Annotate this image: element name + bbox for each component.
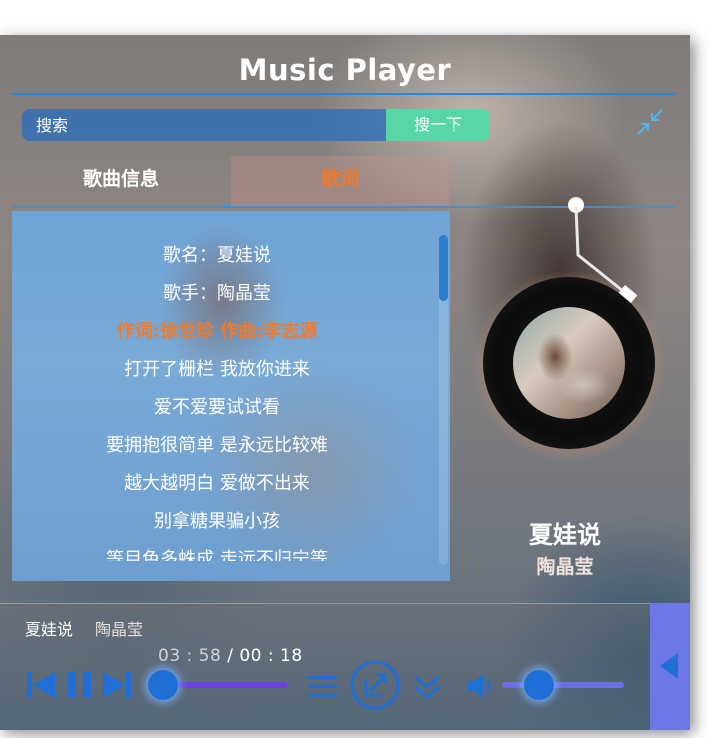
lyrics-list: 歌名：夏娃说 歌手：陶晶莹 作词:徐世珍 作曲:李志源 打开了栅栏 我放你进来 … xyxy=(12,237,422,561)
total-time: 00 : 18 xyxy=(239,646,303,666)
now-playing-artist: 陶晶莹 xyxy=(95,620,144,639)
triangle-left-icon xyxy=(660,653,678,679)
double-chevron-down-icon[interactable] xyxy=(412,672,442,702)
current-time: 03 : 58 xyxy=(158,646,222,666)
tab-song-info[interactable]: 歌曲信息 xyxy=(12,156,230,208)
skip-next-icon[interactable] xyxy=(102,670,132,700)
tab-lyrics[interactable]: 歌词 xyxy=(231,156,449,208)
time-separator: / xyxy=(221,646,240,666)
search-input[interactable] xyxy=(22,109,382,141)
playlist-icon[interactable] xyxy=(306,672,338,702)
lyrics-panel[interactable]: 歌名：夏娃说 歌手：陶晶莹 作词:徐世珍 作曲:李志源 打开了栅栏 我放你进来 … xyxy=(12,211,450,581)
music-player-window: Music Player 搜一下 歌曲信息 歌词 歌名：夏娃说 歌手：陶晶莹 作… xyxy=(0,35,690,730)
search-button[interactable]: 搜一下 xyxy=(386,109,490,141)
shrink-arrows-icon[interactable] xyxy=(636,108,664,136)
lyric-line: 歌名：夏娃说 xyxy=(163,245,271,266)
playback-bar: 夏娃说 陶晶莹 03 : 58 / 00 : 18 xyxy=(0,603,650,730)
vinyl-record xyxy=(460,195,690,461)
skip-previous-icon[interactable] xyxy=(26,670,56,700)
lyric-line-highlighted: 作词:徐世珍 作曲:李志源 xyxy=(116,321,318,342)
lyric-line: 越大越明白 爱做不出来 xyxy=(124,473,310,494)
pause-icon[interactable] xyxy=(67,670,93,700)
share-icon[interactable] xyxy=(350,660,400,710)
progress-handle[interactable] xyxy=(148,670,178,700)
tonearm-icon xyxy=(568,197,638,303)
now-playing-title: 夏娃说 xyxy=(25,620,74,639)
side-panel-toggle[interactable] xyxy=(650,603,690,730)
progress-fill xyxy=(162,682,288,688)
lyric-line: 歌手：陶晶莹 xyxy=(163,283,271,304)
lyric-line: 别拿糖果骗小孩 xyxy=(154,511,280,532)
lyric-line: 打开了栅栏 我放你进来 xyxy=(124,359,310,380)
song-title: 夏娃说 xyxy=(529,521,601,549)
time-readout: 03 : 58 / 00 : 18 xyxy=(158,646,303,666)
song-artist: 陶晶莹 xyxy=(536,556,594,578)
search-bar: 搜一下 xyxy=(22,109,490,141)
app-title: Music Player xyxy=(238,53,452,87)
lyric-line: 等目色多蛛成 走远不归宁等 xyxy=(106,549,328,561)
volume-slider-track[interactable] xyxy=(502,682,624,688)
lyrics-scrollbar-thumb[interactable] xyxy=(439,235,448,301)
lyric-line: 要拥抱很简单 是永远比较难 xyxy=(106,435,328,456)
title-divider xyxy=(12,93,675,95)
volume-icon[interactable] xyxy=(466,670,498,702)
lyric-line: 爱不爱要试试看 xyxy=(154,397,280,418)
volume-slider-handle[interactable] xyxy=(524,670,554,700)
